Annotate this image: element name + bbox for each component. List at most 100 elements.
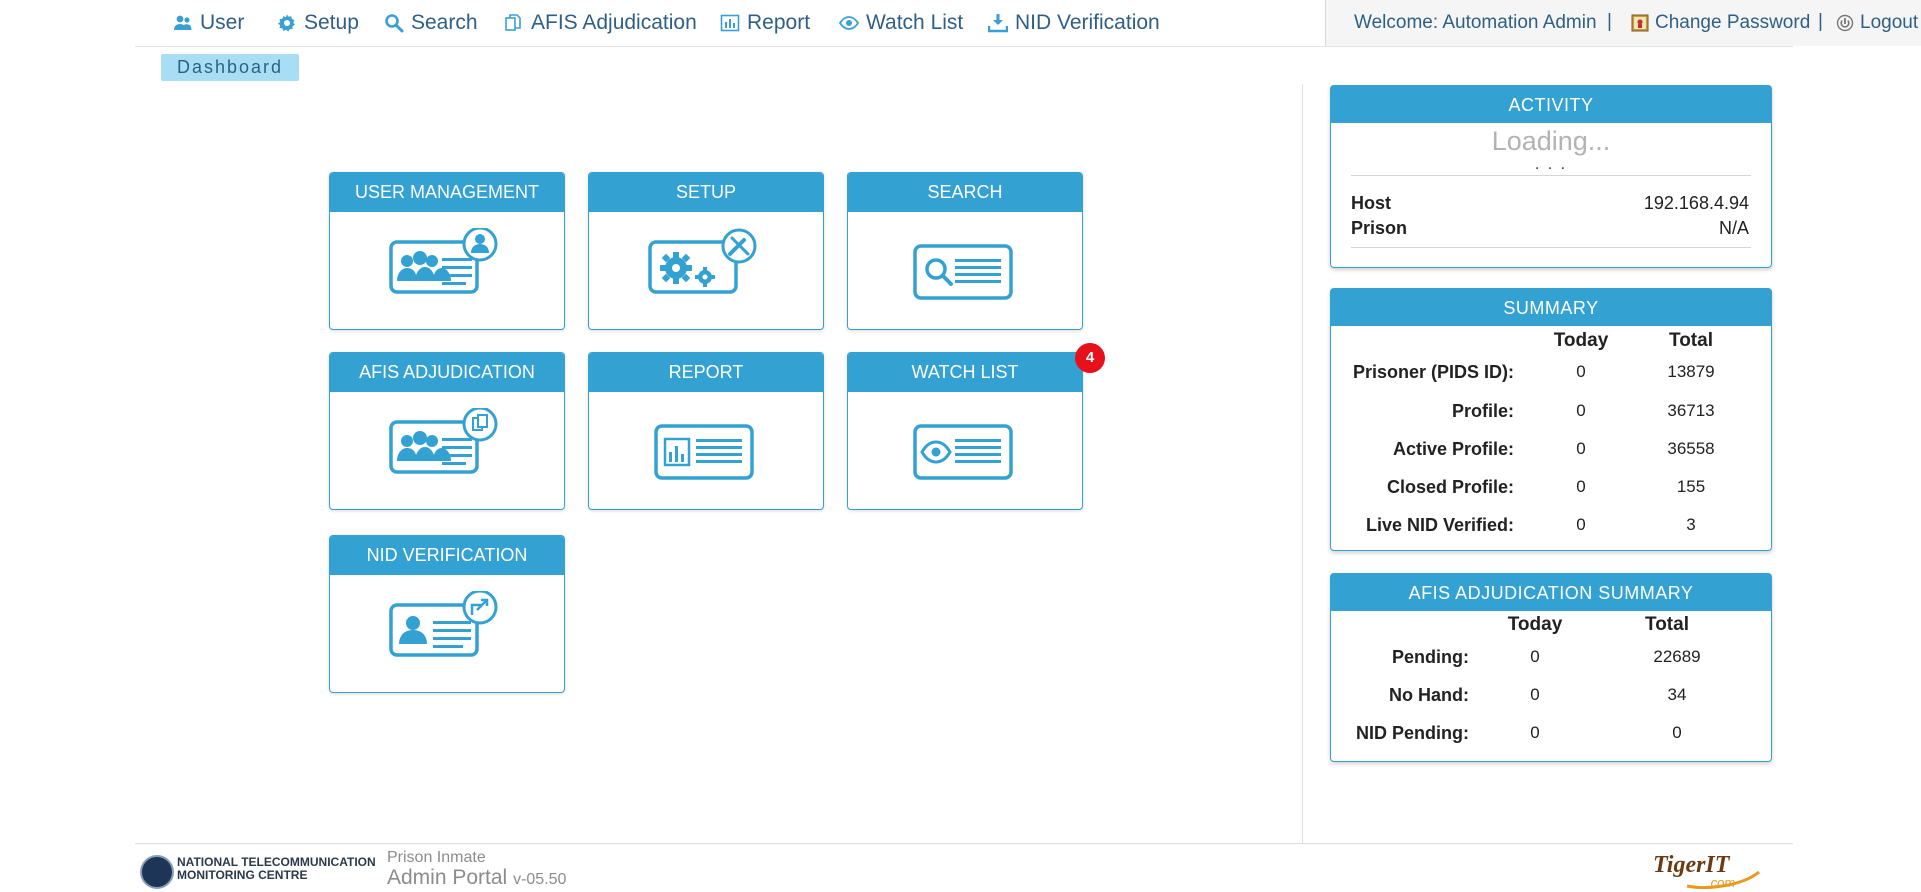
row-label: No Hand:: [1389, 685, 1469, 705]
loading-dots: . . .: [1534, 156, 1568, 173]
row-label: Profile:: [1451, 401, 1514, 421]
nav-afis-adjudication[interactable]: AFIS Adjudication: [504, 10, 697, 36]
nav-search[interactable]: Search: [384, 10, 478, 36]
nav-report-label: Report: [747, 11, 811, 34]
app-subtitle: Prison Inmate: [387, 849, 486, 866]
tile-title: SEARCH: [848, 173, 1082, 212]
row-total: 36713: [1667, 401, 1715, 420]
nav-afis-label: AFIS Adjudication: [531, 11, 697, 34]
row-label: NID Pending:: [1356, 723, 1469, 743]
tile-afis-adjudication[interactable]: AFIS ADJUDICATION: [329, 352, 565, 510]
app-version: v-05.50: [513, 871, 567, 888]
nav-user-label: User: [200, 11, 245, 34]
welcome-text: Welcome: Automation Admin: [1354, 12, 1597, 33]
watch-list-badge: 4: [1075, 343, 1105, 373]
row-total: 155: [1676, 477, 1706, 496]
divider: [1351, 175, 1751, 176]
row-total: 34: [1667, 685, 1687, 704]
nid-card-icon: [389, 591, 498, 657]
tile-search[interactable]: SEARCH: [847, 172, 1083, 330]
row-total: 22689: [1653, 647, 1701, 666]
activity-title: ACTIVITY: [1331, 86, 1771, 123]
host-value: 192.168.4.94: [1643, 193, 1749, 213]
afis-summary-panel: AFIS ADJUDICATION SUMMARY Today Total Pe…: [1330, 573, 1772, 762]
row-today: 0: [1530, 723, 1540, 742]
download-icon: [988, 14, 1008, 33]
row-label: Live NID Verified:: [1365, 515, 1514, 535]
row-today: 0: [1576, 362, 1586, 381]
tile-setup[interactable]: SETUP: [588, 172, 824, 330]
user-area: Welcome: Automation Admin | Change Passw…: [1325, 0, 1921, 46]
eye-icon: [839, 16, 859, 30]
nav-search-label: Search: [411, 11, 478, 34]
tile-title: REPORT: [589, 353, 823, 392]
top-nav: User Setup Search AFIS Adjudication Repo…: [135, 0, 1921, 47]
afis-summary-title: AFIS ADJUDICATION SUMMARY: [1331, 574, 1771, 611]
row-today: 0: [1530, 647, 1540, 666]
activity-panel: ACTIVITY Loading... . . . Host 192.168.4…: [1330, 85, 1772, 268]
tigerit-logo: TigerIT .com: [1653, 852, 1760, 890]
row-today: 0: [1576, 477, 1586, 496]
breadcrumb[interactable]: Dashboard: [161, 54, 299, 81]
search-card-icon: [913, 244, 1013, 300]
nav-nid-verification[interactable]: NID Verification: [988, 10, 1160, 36]
vertical-divider: [1302, 84, 1303, 844]
afis-card-icon: [389, 408, 498, 474]
org-line2: MONITORING CENTRE: [177, 868, 308, 882]
nav-nid-label: NID Verification: [1015, 11, 1160, 34]
change-password-link[interactable]: Change Password: [1631, 12, 1810, 34]
app-name: Admin Portal: [387, 866, 508, 889]
nav-watch-list-label: Watch List: [866, 11, 964, 34]
nav-setup-label: Setup: [304, 11, 359, 34]
row-label: Pending:: [1392, 647, 1469, 667]
tile-nid-verification[interactable]: NID VERIFICATION: [329, 535, 565, 693]
change-password-label: Change Password: [1655, 12, 1811, 33]
ntmc-logo-icon: [140, 855, 174, 889]
logout-link[interactable]: Logout: [1836, 12, 1918, 34]
tile-title: AFIS ADJUDICATION: [330, 353, 564, 392]
loading-text: Loading...: [1491, 126, 1611, 156]
search-icon: [385, 14, 404, 33]
row-total: 3: [1686, 515, 1696, 534]
tile-title: WATCH LIST: [848, 353, 1082, 392]
tile-report[interactable]: REPORT: [588, 352, 824, 510]
power-icon: [1836, 14, 1854, 32]
watchlist-card-icon: [913, 424, 1013, 480]
row-total: 13879: [1667, 362, 1715, 381]
separator: |: [1607, 11, 1612, 32]
tile-title: USER MANAGEMENT: [330, 173, 564, 212]
row-total: 0: [1672, 723, 1682, 742]
row-today: 0: [1576, 401, 1586, 420]
vendor-suffix: .com: [1707, 875, 1735, 890]
tile-watch-list[interactable]: WATCH LIST: [847, 352, 1083, 510]
users-icon: [174, 15, 192, 30]
tile-user-management[interactable]: USER MANAGEMENT: [329, 172, 565, 330]
copy-icon: [505, 14, 521, 31]
bar-chart-icon: [720, 14, 740, 32]
nav-setup[interactable]: Setup: [277, 10, 359, 36]
col-total: Total: [1669, 330, 1713, 351]
user-management-card-icon: [389, 228, 498, 294]
row-today: 0: [1576, 439, 1586, 458]
footer-divider: [135, 843, 1793, 844]
nav-watch-list[interactable]: Watch List: [839, 10, 963, 36]
summary-panel: SUMMARY Today Total Prisoner (PIDS ID): …: [1330, 288, 1772, 551]
summary-title: SUMMARY: [1331, 289, 1771, 326]
password-icon: [1631, 14, 1649, 32]
separator: |: [1818, 11, 1823, 32]
row-label: Closed Profile:: [1386, 477, 1514, 497]
nav-user[interactable]: User: [173, 10, 244, 36]
nav-report[interactable]: Report: [720, 10, 810, 36]
prison-label: Prison: [1351, 218, 1408, 238]
row-label: Prisoner (PIDS ID):: [1352, 362, 1514, 382]
col-total: Total: [1645, 614, 1689, 635]
divider: [1351, 247, 1751, 248]
col-today: Today: [1553, 330, 1609, 351]
tile-title: SETUP: [589, 173, 823, 212]
host-label: Host: [1351, 193, 1391, 213]
row-total: 36558: [1667, 439, 1715, 458]
row-label: Active Profile:: [1392, 439, 1514, 459]
app-title: Admin Portal v-05.50: [387, 866, 566, 890]
gear-icon: [277, 14, 295, 32]
row-today: 0: [1530, 685, 1540, 704]
